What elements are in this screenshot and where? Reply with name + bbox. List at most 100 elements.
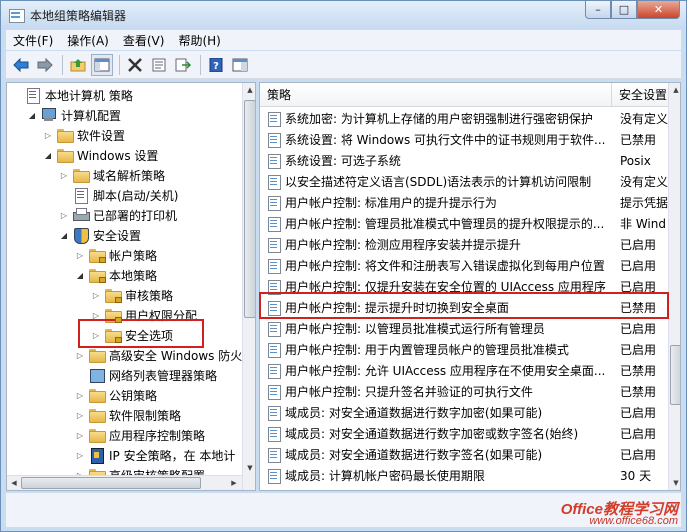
tree-item[interactable]: ▷ IP 安全策略，在 本地计 [75,445,235,465]
tree-hscroll-thumb[interactable] [21,477,201,489]
scroll-up-arrow-icon[interactable]: ▲ [243,83,255,97]
expanded-arrow-icon[interactable]: ◢ [27,111,37,120]
policy-row[interactable]: 系统加密: 为计算机上存储的用户密钥强制进行强密钥保护 没有定义 [260,108,668,129]
tree-item[interactable]: ◢ 本地策略 [75,265,157,285]
policy-row[interactable]: 用户帐户控制: 将文件和注册表写入错误虚拟化到每用户位置 已启用 [260,255,668,276]
policy-setting-icon [267,217,281,232]
scroll-right-arrow-icon[interactable]: ▶ [227,476,241,490]
menu-file[interactable]: 文件(F) [6,32,60,49]
scroll-up-arrow-icon[interactable]: ▲ [669,83,680,97]
security-setting-value: 已禁用 [620,385,657,399]
tree-pane[interactable]: 本地计算机 策略 ◢ 计算机配置 ▷ 软件设置 ◢ Windows 设置 ▷ 域名解析策略 脚本(… [6,82,256,491]
tree-item[interactable]: ◢ 计算机配置 [27,105,121,125]
collapsed-arrow-icon[interactable]: ▷ [59,211,69,220]
tree-scroll-thumb[interactable] [244,100,255,318]
collapsed-arrow-icon[interactable]: ▷ [75,431,85,440]
tree-item[interactable]: ▷ 高级安全 Windows 防火 [75,345,242,365]
properties-icon [152,58,166,71]
minimize-button[interactable]: – [585,1,611,19]
tree-item[interactable]: ▷ 帐户策略 [75,245,157,265]
tree-item[interactable]: ▷ 应用程序控制策略 [75,425,205,445]
list-scroll-thumb[interactable] [670,345,680,405]
column-header-security-setting[interactable]: 安全设置 [612,83,668,107]
security-setting-value: 已禁用 [620,364,657,378]
tree-item[interactable]: ▷ 软件设置 [43,125,125,145]
collapsed-arrow-icon[interactable]: ▷ [75,391,85,400]
locked-folder-icon [105,288,122,303]
column-header-policy[interactable]: 策略 [260,83,612,107]
console-button[interactable] [229,54,251,76]
policy-name: 域成员: 计算机帐户密码最长使用期限 [285,469,485,483]
maximize-button[interactable]: □ [611,1,637,19]
show-hide-tree-icon [94,58,110,71]
expanded-arrow-icon[interactable]: ◢ [59,231,69,240]
policy-row[interactable]: 用户帐户控制: 用于内置管理员帐户的管理员批准模式 已启用 [260,339,668,360]
security-setting-value: 没有定义 [620,175,668,189]
security-setting-value: 已启用 [620,259,657,273]
menu-action[interactable]: 操作(A) [60,32,116,49]
policy-row[interactable]: 用户帐户控制: 管理员批准模式中管理员的提升权限提示的... 非 Wind [260,213,668,234]
up-level-button[interactable] [67,54,89,76]
properties-button[interactable] [148,54,170,76]
back-button[interactable] [10,54,32,76]
collapsed-arrow-icon[interactable]: ▷ [75,411,85,420]
collapsed-arrow-icon[interactable]: ▷ [75,351,85,360]
show-hide-tree-button[interactable] [91,53,113,76]
export-button[interactable] [172,54,194,76]
menu-view[interactable]: 查看(V) [116,32,172,49]
delete-button[interactable] [124,54,146,76]
list-vertical-scrollbar[interactable]: ▲ ▼ [668,83,680,490]
expanded-arrow-icon[interactable]: ◢ [75,271,85,280]
policy-row[interactable]: 系统设置: 可选子系统 Posix [260,150,668,171]
security-setting-value: 提示凭据 [620,196,668,210]
policy-row[interactable]: 以安全描述符定义语言(SDDL)语法表示的计算机访问限制 没有定义 [260,171,668,192]
list-header: 策略 安全设置 [260,83,668,107]
policy-document-icon [73,188,89,204]
policy-row[interactable]: 用户帐户控制: 只提升签名并验证的可执行文件 已禁用 [260,381,668,402]
collapsed-arrow-icon[interactable]: ▷ [75,251,85,260]
tree-item[interactable]: ▷ 公钥策略 [75,385,157,405]
back-arrow-icon [13,57,29,72]
tree-item[interactable]: ▷ 域名解析策略 [59,165,165,185]
folder-icon [57,128,74,143]
scroll-left-arrow-icon[interactable]: ◀ [7,476,21,490]
scroll-down-arrow-icon[interactable]: ▼ [669,476,680,490]
app-icon [8,7,25,23]
tree-item[interactable]: 网络列表管理器策略 [75,365,217,385]
policy-row[interactable]: 域成员: 对安全通道数据进行数字加密(如果可能) 已启用 [260,402,668,423]
policy-row[interactable]: 域成员: 对安全通道数据进行数字签名(如果可能) 已启用 [260,444,668,465]
collapsed-arrow-icon[interactable]: ▷ [59,171,69,180]
export-icon [175,58,191,71]
tree-item[interactable]: ▷ 已部署的打印机 [59,205,177,225]
tree-item-label: 软件限制策略 [109,408,182,423]
tree-vertical-scrollbar[interactable]: ▲ ▼ [242,83,255,490]
tree-item[interactable]: ▷ 软件限制策略 [75,405,181,425]
tree-item[interactable]: ▷ 审核策略 [91,285,173,305]
tree-item[interactable]: ◢ 安全设置 [59,225,141,245]
menu-help[interactable]: 帮助(H) [171,32,227,49]
collapsed-arrow-icon[interactable]: ▷ [43,131,53,140]
policy-row[interactable]: 用户帐户控制: 检测应用程序安装并提示提升 已启用 [260,234,668,255]
close-button[interactable]: ✕ [637,1,680,19]
forward-button[interactable] [34,54,56,76]
tree-item[interactable]: 本地计算机 策略 [11,85,133,105]
expanded-arrow-icon[interactable]: ◢ [43,151,53,160]
policy-row[interactable]: 用户帐户控制: 标准用户的提升提示行为 提示凭据 [260,192,668,213]
tree-item[interactable]: ◢ Windows 设置 [43,145,158,165]
collapsed-arrow-icon[interactable]: ▷ [91,291,101,300]
tree-horizontal-scrollbar[interactable]: ◀ ▶ [7,475,242,490]
collapsed-arrow-icon[interactable]: ▷ [75,451,85,460]
tree-item[interactable]: 脚本(启动/关机) [59,185,178,205]
title-bar[interactable]: 本地组策略编辑器 – □ ✕ [1,1,686,29]
folder-icon [89,428,106,443]
policy-row[interactable]: 用户帐户控制: 允许 UIAccess 应用程序在不使用安全桌面... 已禁用 [260,360,668,381]
policy-row[interactable]: 系统设置: 将 Windows 可执行文件中的证书规则用于软件... 已禁用 [260,129,668,150]
policy-list-pane[interactable]: 策略 安全设置 系统加密: 为计算机上存储的用户密钥强制进行强密钥保护 没有定义系… [259,82,681,491]
scroll-down-arrow-icon[interactable]: ▼ [243,461,255,475]
forward-arrow-icon [37,57,53,72]
help-button[interactable]: ? [205,54,227,76]
policy-row[interactable]: 用户帐户控制: 以管理员批准模式运行所有管理员 已启用 [260,318,668,339]
policy-setting-icon [267,469,281,484]
policy-row[interactable]: 域成员: 对安全通道数据进行数字加密或数字签名(始终) 已启用 [260,423,668,444]
policy-row[interactable]: 域成员: 计算机帐户密码最长使用期限 30 天 [260,465,668,486]
